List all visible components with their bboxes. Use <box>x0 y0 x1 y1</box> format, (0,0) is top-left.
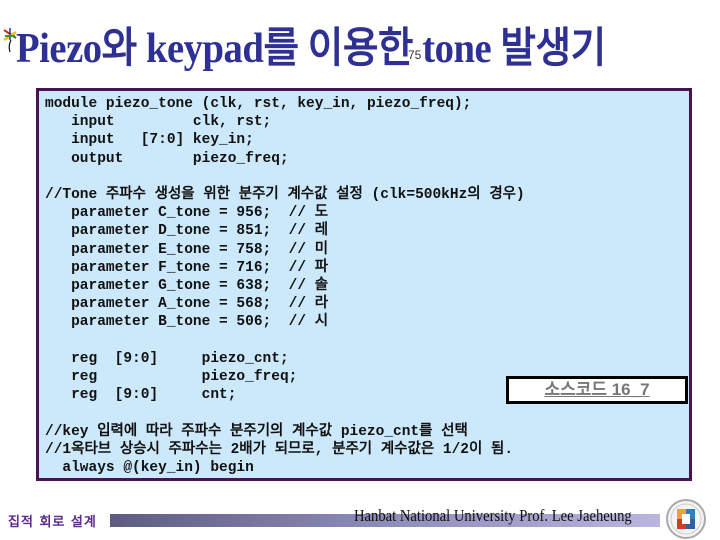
footer-course-title: 집적 회로 설계 <box>8 515 97 530</box>
code-line: //1옥타브 상승시 주파수는 2배가 되므로, 분주기 계수값은 1/2이 됨… <box>45 441 514 458</box>
university-emblem-icon <box>666 499 706 539</box>
code-line: parameter D_tone = 851; // 레 <box>45 223 329 240</box>
code-line: module piezo_tone (clk, rst, key_in, pie… <box>45 96 472 112</box>
code-line: //key 입력에 따라 주파수 분주기의 계수값 piezo_cnt를 선택 <box>45 423 468 440</box>
verilog-code: module piezo_tone (clk, rst, key_in, pie… <box>45 95 525 477</box>
source-code-label: 소스코드 16_7 <box>506 376 688 404</box>
code-line: parameter B_tone = 506; // 시 <box>45 314 329 331</box>
code-line: parameter A_tone = 568; // 라 <box>45 296 329 313</box>
code-line: reg [9:0] cnt; <box>45 387 237 404</box>
page-number: 75 <box>408 48 422 62</box>
slide-header: Piezo와 keypad를 이용한 tone 발생기 75 <box>0 8 720 72</box>
code-line: input [7:0] key_in; <box>45 132 254 149</box>
code-line: output piezo_freq; <box>45 150 289 167</box>
footer-university: Hanbat National University Prof. Lee Jae… <box>354 506 632 525</box>
code-line: parameter G_tone = 638; // 솔 <box>45 278 329 295</box>
slide-title: Piezo와 keypad를 이용한 tone 발생기 <box>16 26 606 72</box>
footer-gradient-bar <box>110 514 360 527</box>
code-box: module piezo_tone (clk, rst, key_in, pie… <box>36 88 692 481</box>
code-line: parameter F_tone = 716; // 파 <box>45 259 329 276</box>
code-line: always @(key_in) begin <box>45 460 254 477</box>
code-line: parameter C_tone = 956; // 도 <box>45 205 329 222</box>
code-line: reg piezo_freq; <box>45 369 298 386</box>
code-line: reg [9:0] piezo_cnt; <box>45 350 289 367</box>
code-line: //Tone 주파수 생성을 위한 분주기 계수값 설정 (clk=500kHz… <box>45 187 525 204</box>
code-line: parameter E_tone = 758; // 미 <box>45 241 329 258</box>
code-line: input clk, rst; <box>45 114 272 131</box>
